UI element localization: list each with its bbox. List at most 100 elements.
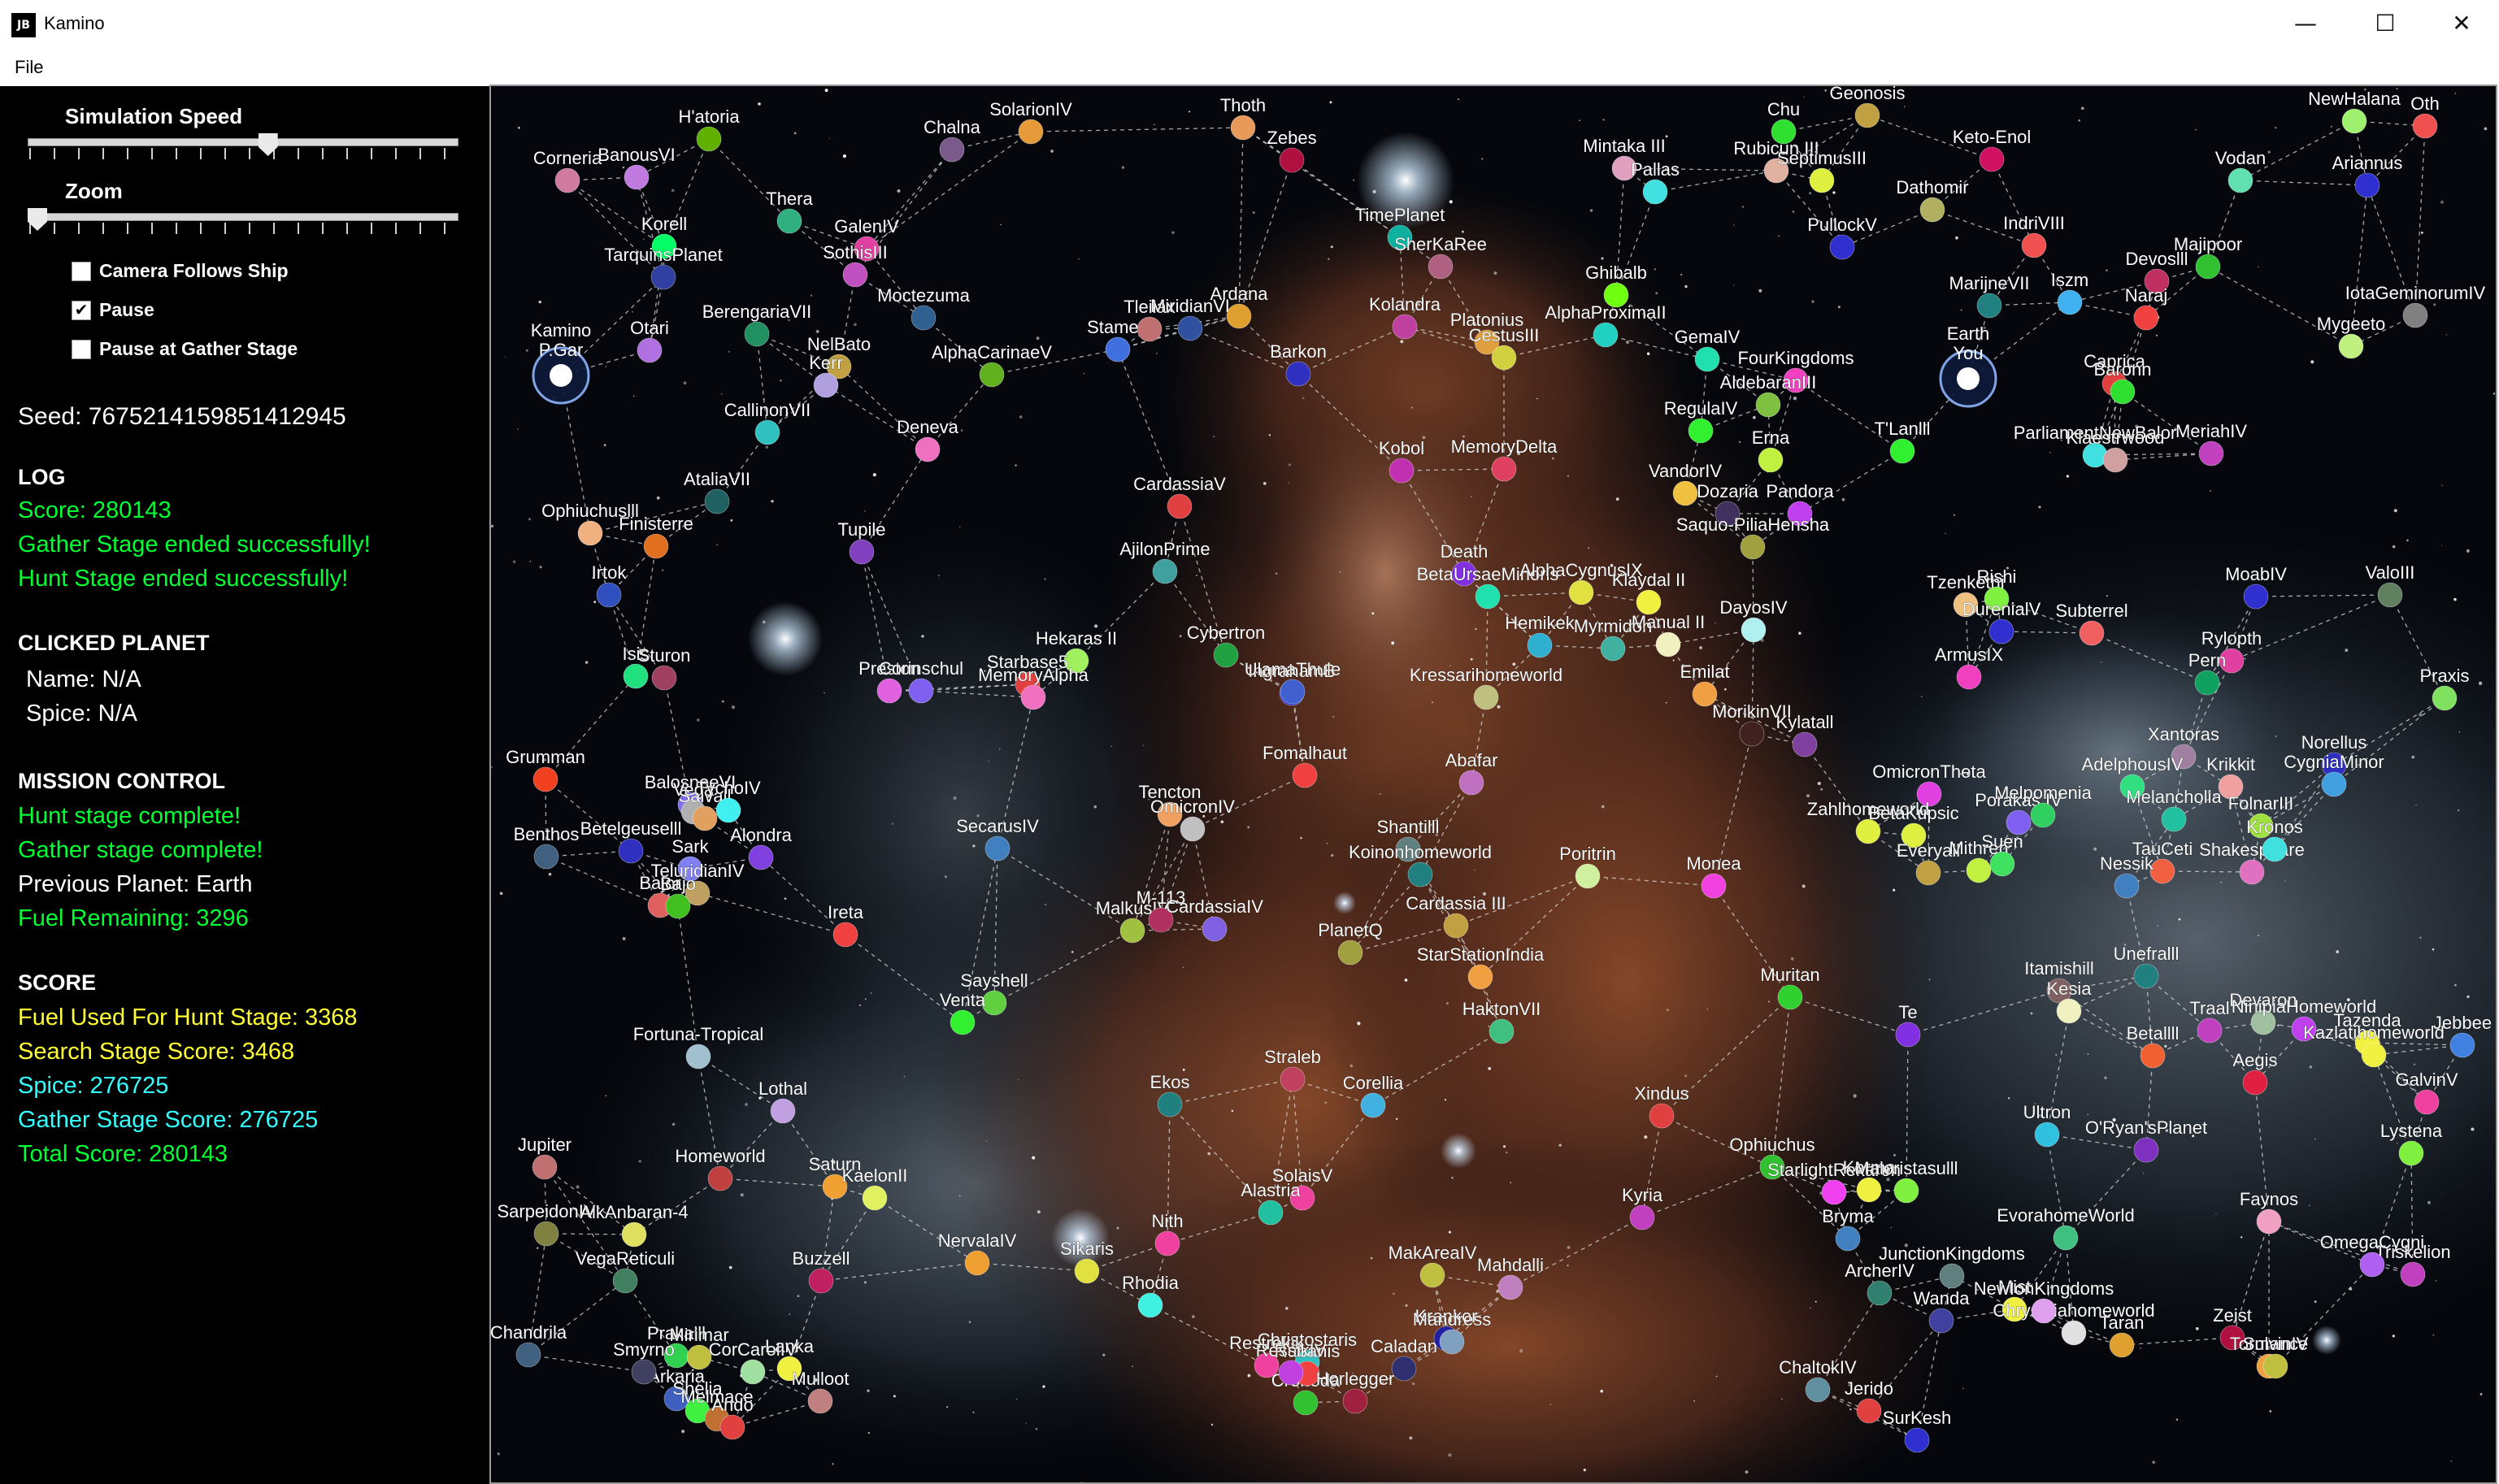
planet-body[interactable] bbox=[1988, 618, 2014, 644]
planet-body[interactable] bbox=[1575, 863, 1601, 889]
planet-body[interactable] bbox=[2197, 1018, 2223, 1044]
planet-ship-origin[interactable]: KaminoP.Gar bbox=[531, 320, 592, 405]
planet-body[interactable] bbox=[2021, 232, 2047, 258]
camera-follows-checkbox[interactable] bbox=[72, 262, 91, 281]
planet-body[interactable] bbox=[1939, 1263, 1965, 1289]
planet-body[interactable] bbox=[1755, 392, 1781, 418]
planet-body[interactable] bbox=[2149, 858, 2175, 884]
planet-body[interactable] bbox=[979, 362, 1005, 388]
planet-body[interactable] bbox=[744, 321, 770, 347]
planet-body[interactable] bbox=[2195, 254, 2221, 280]
planet-body[interactable] bbox=[2056, 998, 2082, 1024]
planet-body[interactable] bbox=[2449, 1032, 2475, 1058]
planet-body[interactable] bbox=[612, 1268, 638, 1294]
planet-body[interactable] bbox=[964, 1250, 990, 1276]
planet-body[interactable] bbox=[1137, 1292, 1163, 1318]
planet-body[interactable] bbox=[1180, 816, 1206, 842]
planet-body[interactable] bbox=[981, 990, 1007, 1016]
planet-body[interactable] bbox=[2338, 333, 2364, 359]
planet-body[interactable] bbox=[862, 1185, 888, 1211]
planet-body[interactable] bbox=[1758, 447, 1784, 473]
planet-body[interactable] bbox=[1893, 1178, 1919, 1204]
planet-body[interactable] bbox=[770, 1098, 796, 1124]
planet-body[interactable] bbox=[692, 805, 718, 831]
planet-body[interactable] bbox=[1074, 1258, 1100, 1284]
planet-player[interactable]: EarthYou bbox=[1939, 323, 1997, 408]
planet-body[interactable] bbox=[2031, 1298, 2057, 1324]
planet-body[interactable] bbox=[1649, 1103, 1675, 1129]
planet-body[interactable] bbox=[807, 1388, 833, 1414]
planet-body[interactable] bbox=[1854, 102, 1880, 128]
planet-body[interactable] bbox=[715, 797, 741, 823]
planet-body[interactable] bbox=[707, 1165, 733, 1191]
planet-body[interactable] bbox=[1568, 579, 1594, 605]
planet-body[interactable] bbox=[1293, 1390, 1319, 1416]
planet-body[interactable] bbox=[754, 419, 780, 445]
planet-body[interactable] bbox=[2133, 963, 2159, 989]
planet-body[interactable] bbox=[1119, 918, 1145, 944]
planet-body[interactable] bbox=[2242, 1070, 2268, 1096]
simulation-speed-slider[interactable] bbox=[28, 138, 459, 146]
planet-body[interactable] bbox=[2114, 873, 2140, 899]
planet-body[interactable] bbox=[2227, 167, 2253, 193]
planet-body[interactable] bbox=[596, 582, 622, 608]
planet-body[interactable] bbox=[1280, 1066, 1306, 1092]
planet-body[interactable] bbox=[2341, 108, 2367, 134]
planet-body[interactable] bbox=[2057, 289, 2083, 315]
menu-file[interactable]: File bbox=[11, 55, 46, 80]
planet-body[interactable] bbox=[650, 264, 676, 290]
planet-body[interactable] bbox=[1739, 721, 1765, 747]
planet-body[interactable] bbox=[748, 844, 774, 870]
planet-body[interactable] bbox=[1489, 1018, 1515, 1044]
planet-body[interactable] bbox=[1177, 315, 1203, 341]
planet-body[interactable] bbox=[1285, 361, 1311, 387]
planet-body[interactable] bbox=[637, 337, 663, 363]
planet-body[interactable] bbox=[915, 436, 941, 462]
planet-body[interactable] bbox=[631, 1359, 657, 1385]
planet-body[interactable] bbox=[1258, 1200, 1284, 1226]
planet-body[interactable] bbox=[1157, 1091, 1183, 1117]
planet-body[interactable] bbox=[1280, 679, 1306, 705]
minimize-icon[interactable]: — bbox=[2268, 0, 2343, 50]
planet-body[interactable] bbox=[1419, 1262, 1445, 1288]
planet-body[interactable] bbox=[1895, 1022, 1921, 1048]
planet-body[interactable] bbox=[1777, 984, 1803, 1010]
planet-body[interactable] bbox=[2412, 113, 2438, 139]
planet-body[interactable] bbox=[939, 137, 965, 163]
planet-body[interactable] bbox=[1491, 456, 1517, 482]
planet-body[interactable] bbox=[1342, 1388, 1368, 1414]
planet-body[interactable] bbox=[1439, 1329, 1465, 1355]
pause-gather-checkbox[interactable] bbox=[72, 340, 91, 359]
planet-body[interactable] bbox=[651, 665, 677, 691]
planet-body[interactable] bbox=[1020, 684, 1046, 710]
planet-body[interactable] bbox=[533, 844, 559, 870]
planet-body[interactable] bbox=[2109, 1332, 2135, 1358]
planet-body[interactable] bbox=[643, 533, 669, 559]
planet-body[interactable] bbox=[1805, 1377, 1831, 1403]
planet-body[interactable] bbox=[1458, 770, 1484, 796]
planet-body[interactable] bbox=[1154, 1230, 1180, 1256]
planet-body[interactable] bbox=[554, 167, 580, 193]
planet-body[interactable] bbox=[842, 262, 868, 288]
planet-body[interactable] bbox=[2354, 172, 2380, 198]
planet-body[interactable] bbox=[808, 1268, 834, 1294]
planet-body[interactable] bbox=[1740, 534, 1766, 560]
planet-body[interactable] bbox=[2079, 620, 2105, 646]
planet-body[interactable] bbox=[2256, 1208, 2282, 1234]
planet-body[interactable] bbox=[2133, 305, 2159, 331]
planet-body[interactable] bbox=[1792, 731, 1818, 757]
planet-body[interactable] bbox=[1226, 303, 1252, 329]
planet-body[interactable] bbox=[911, 305, 937, 331]
planet-body[interactable] bbox=[1292, 762, 1318, 788]
planet-body[interactable] bbox=[1213, 642, 1239, 668]
planet-body[interactable] bbox=[740, 1359, 766, 1385]
planet-body[interactable] bbox=[1407, 861, 1433, 887]
planet-body[interactable] bbox=[849, 539, 875, 565]
planet-body[interactable] bbox=[1636, 589, 1662, 615]
planet-body[interactable] bbox=[1989, 851, 2015, 877]
planet-body[interactable] bbox=[908, 678, 934, 704]
planet-body[interactable] bbox=[1391, 1356, 1417, 1382]
planet-body[interactable] bbox=[1915, 860, 1941, 886]
planet-body[interactable] bbox=[2398, 1140, 2424, 1166]
planet-body[interactable] bbox=[532, 1154, 558, 1180]
